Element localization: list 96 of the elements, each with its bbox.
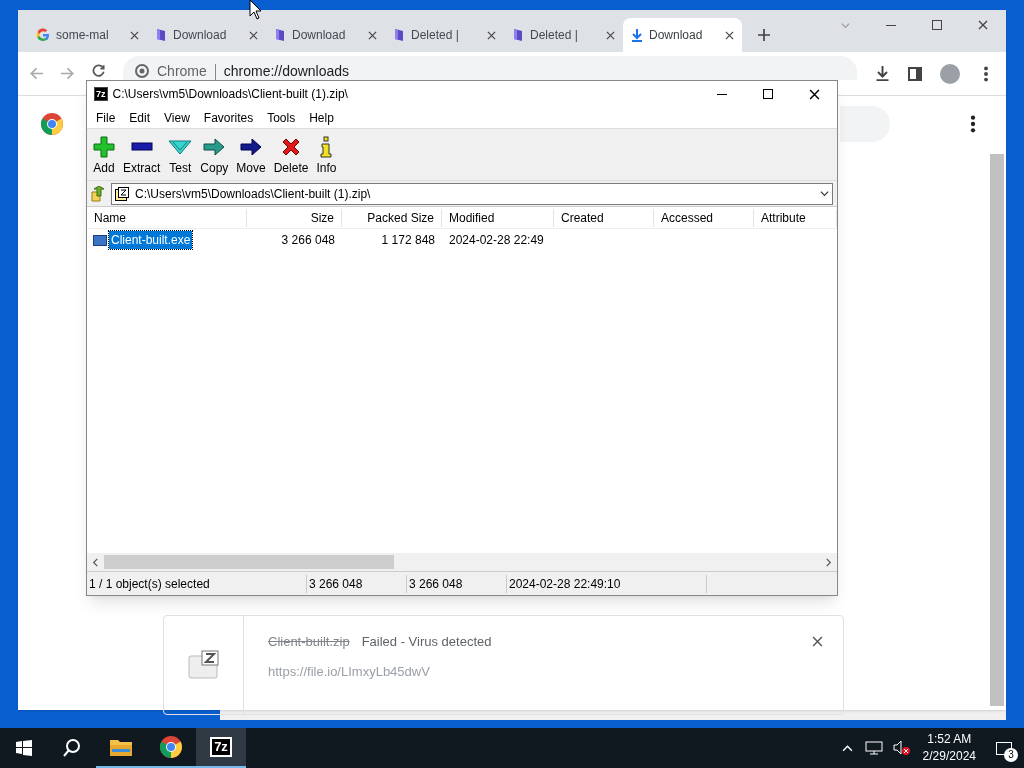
tab-title: Download — [649, 27, 704, 44]
profile-icon[interactable] — [940, 63, 960, 84]
column-header[interactable]: Modified — [442, 208, 554, 227]
reload-icon[interactable] — [92, 64, 105, 77]
clock-date[interactable]: 2/29/2024 — [922, 748, 976, 765]
document-icon — [155, 28, 167, 42]
minus-icon — [130, 141, 153, 153]
status-text: 1 / 1 object(s) selected — [87, 574, 307, 593]
menu-item[interactable]: View — [157, 108, 197, 127]
info-icon — [320, 136, 333, 158]
browser-tab[interactable]: some-mal — [28, 18, 147, 52]
notifications-button[interactable]: 3 — [984, 728, 1024, 768]
windows-start-icon[interactable] — [16, 740, 32, 756]
browser-tab[interactable]: Download — [266, 18, 385, 52]
toolbar-button[interactable]: Extract — [119, 135, 165, 174]
menu-item[interactable]: Tools — [260, 108, 303, 127]
column-header[interactable]: Attribute — [754, 208, 837, 227]
tab-title: Deleted | — [411, 27, 460, 44]
tab-title: Download — [292, 27, 347, 44]
app-icon: 7z — [94, 87, 108, 101]
path-field[interactable]: C:\Users\vm5\Downloads\Client-built (1).zip\ — [111, 182, 833, 205]
chrome-icon — [135, 64, 149, 78]
toolbar-button[interactable]: Test — [164, 135, 197, 174]
tab-title: Download — [173, 27, 228, 44]
status-text: 3 266 048 — [307, 574, 407, 593]
close-icon[interactable] — [368, 30, 377, 40]
up-folder-icon[interactable] — [91, 185, 107, 202]
mouse-cursor — [249, 0, 261, 20]
cross-icon — [281, 137, 302, 157]
close-icon[interactable] — [812, 636, 823, 647]
scroll-left-icon[interactable] — [91, 557, 100, 567]
file-name: Client-built.zip — [268, 633, 350, 651]
address-bar[interactable]: Chrome chrome://downloads — [123, 56, 857, 80]
table-cell-text: 2024-02-28 22:49 — [448, 232, 545, 249]
arrow-right-icon — [240, 138, 263, 156]
tab-title: some-mal — [56, 27, 110, 44]
file-name[interactable]: Client-built.exe — [109, 231, 193, 249]
taskbar-app[interactable]: 7z — [196, 728, 246, 768]
search-icon[interactable] — [62, 738, 82, 758]
seven-zip-logo: 7z — [210, 737, 232, 757]
menu-item[interactable]: Help — [302, 108, 341, 127]
status-text: 3 266 048 — [407, 574, 507, 593]
dropdown-icon[interactable] — [820, 189, 829, 198]
column-header[interactable]: Size — [247, 208, 342, 227]
chrome-icon — [40, 112, 64, 136]
archive-file-icon — [187, 650, 220, 680]
close-icon[interactable] — [130, 30, 139, 40]
toolbar-button[interactable]: Add — [89, 135, 119, 174]
column-header[interactable]: Created — [554, 208, 654, 227]
scrollbar-thumb[interactable] — [104, 555, 394, 569]
folder-icon — [109, 737, 133, 757]
close-icon[interactable] — [978, 20, 988, 30]
clock-time[interactable]: 1:52 AM — [927, 731, 972, 748]
download-icon[interactable] — [875, 66, 890, 81]
toolbar-button[interactable]: Delete — [269, 135, 313, 174]
table-cell-text: 3 266 048 — [280, 232, 336, 249]
browser-tab[interactable]: Deleted | — [504, 18, 623, 52]
chrome-icon — [159, 735, 183, 759]
document-icon — [512, 28, 524, 42]
close-icon[interactable] — [606, 30, 615, 40]
network-icon[interactable] — [864, 741, 883, 755]
download-icon — [631, 28, 643, 42]
status-text: 2024-02-28 22:49:10 — [507, 574, 707, 593]
scroll-right-icon[interactable] — [824, 557, 833, 567]
menu-item[interactable]: File — [89, 108, 123, 127]
close-icon[interactable] — [725, 30, 734, 40]
close-icon[interactable] — [487, 30, 496, 40]
archive-icon — [115, 186, 129, 201]
document-icon — [274, 28, 286, 42]
menu-item[interactable]: Favorites — [196, 108, 261, 127]
scrollbar[interactable] — [990, 154, 1004, 706]
tab-title: Deleted | — [530, 27, 579, 44]
muted-speaker-icon[interactable] — [892, 740, 911, 756]
table-cell-text: 1 172 848 — [380, 232, 436, 249]
column-header[interactable]: Name — [87, 208, 247, 227]
column-header[interactable]: Accessed — [654, 208, 754, 227]
side-panel-icon[interactable] — [908, 66, 922, 81]
download-status: Failed - Virus detected — [361, 633, 492, 651]
google-icon — [36, 28, 50, 42]
close-icon[interactable] — [249, 30, 258, 40]
close-icon[interactable] — [808, 88, 820, 100]
menu-item[interactable]: Edit — [122, 108, 158, 127]
window-title: C:\Users\vm5\Downloads\Client-built (1).zip\ — [112, 86, 349, 103]
toolbar-button[interactable]: Info — [312, 135, 341, 174]
arrow-right-icon — [203, 138, 226, 156]
new-tab-icon[interactable] — [758, 29, 770, 41]
document-icon — [393, 28, 405, 42]
column-header[interactable]: Packed Size — [342, 208, 442, 227]
executable-icon — [93, 234, 107, 246]
toolbar-button[interactable]: Copy — [196, 135, 233, 174]
browser-tab[interactable]: Download — [147, 18, 266, 52]
chevron-up-icon[interactable] — [841, 742, 853, 754]
toolbar-button[interactable]: Move — [232, 135, 270, 174]
browser-tab[interactable]: Deleted | — [385, 18, 504, 52]
plus-icon — [93, 136, 115, 158]
browser-tab[interactable]: Download — [623, 18, 742, 52]
